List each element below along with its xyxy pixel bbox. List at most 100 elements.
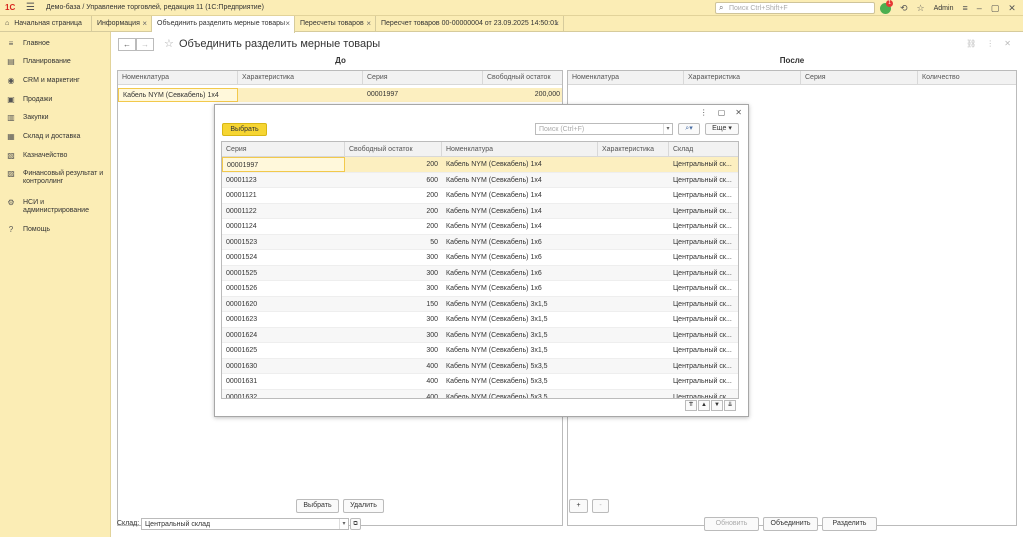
table-row[interactable]: 00001624 300 Кабель NYM (Севкабель) 3х1,5 Ц… xyxy=(222,327,738,343)
table-row[interactable]: 00001525 300 Кабель NYM (Севкабель) 1х6 Цен… xyxy=(222,265,738,281)
cell-nomenclature[interactable]: Кабель NYM (Севкабель) 3х1,5 xyxy=(442,297,598,312)
user-name[interactable]: Admin xyxy=(934,5,954,12)
cell-characteristic[interactable] xyxy=(598,157,669,172)
maximize-icon[interactable]: ▢ xyxy=(718,108,726,117)
table-row[interactable]: 00001121 200 Кабель NYM (Севкабель) 1х4 Цен… xyxy=(222,188,738,204)
cell-nomenclature[interactable]: Кабель NYM (Севкабель) 1х4 xyxy=(442,204,598,219)
cell-warehouse[interactable]: Центральный ск... xyxy=(669,173,738,188)
cell-series[interactable]: 00001523 xyxy=(222,235,345,250)
main-menu-icon[interactable]: ☰ xyxy=(26,2,35,13)
more-actions-icon[interactable]: ⋮ xyxy=(700,108,708,117)
dialog-search-input[interactable]: Поиск (Ctrl+F) ▾ xyxy=(535,123,673,135)
sidebar-item-warehouse[interactable]: ▦ Склад и доставка xyxy=(0,129,111,145)
cell-warehouse[interactable]: Центральный ск... xyxy=(669,359,738,374)
cell-series[interactable]: 00001526 xyxy=(222,281,345,296)
cell-nomenclature[interactable]: Кабель NYM (Севкабель) 3х1,5 xyxy=(442,343,598,358)
col-free-stock[interactable]: Свободный остаток xyxy=(483,71,564,85)
find-button[interactable]: ⌕▾ xyxy=(678,123,700,135)
cell-series[interactable]: 00001620 xyxy=(222,297,345,312)
cell-free-stock[interactable]: 200 xyxy=(345,204,442,219)
sidebar-item-sales[interactable]: ▣ Продажи xyxy=(0,92,111,108)
sidebar-item-admin[interactable]: ⚙ НСИ и администрирование xyxy=(0,195,111,219)
cell-free-stock[interactable]: 200 xyxy=(345,188,442,203)
sidebar-item-planning[interactable]: ▤ Планирование xyxy=(0,54,111,70)
col-nomenclature[interactable]: Номенклатура xyxy=(568,71,684,85)
cell-free-stock[interactable]: 400 xyxy=(345,374,442,389)
cell-nomenclature[interactable]: Кабель NYM (Севкабель) 1х4 xyxy=(442,173,598,188)
table-row[interactable]: 00001630 400 Кабель NYM (Севкабель) 5х3,5 Ц… xyxy=(222,358,738,374)
table-row[interactable]: 00001997 200 Кабель NYM (Севкабель) 1х4 Цен… xyxy=(222,157,738,173)
col-characteristic[interactable]: Характеристика xyxy=(238,71,363,85)
scroll-down-button[interactable]: ▼ xyxy=(711,400,723,411)
cell-free-stock[interactable]: 50 xyxy=(345,235,442,250)
cell-series[interactable]: 00001524 xyxy=(222,250,345,265)
tab-merge-split[interactable]: Объединить разделить мерные товары × xyxy=(152,16,295,33)
sidebar-item-treasury[interactable]: ▧ Казначейство xyxy=(0,148,111,164)
cell-free-stock[interactable]: 200,000 xyxy=(483,88,564,102)
sidebar-item-main[interactable]: ≡ Главное xyxy=(0,36,111,52)
cell-free-stock[interactable]: 300 xyxy=(345,250,442,265)
cell-warehouse[interactable]: Центральный ск... xyxy=(669,157,738,172)
select-button[interactable]: Выбрать xyxy=(296,499,339,513)
tab-info[interactable]: Информация × xyxy=(92,16,152,32)
col-nomenclature[interactable]: Номенклатура xyxy=(118,71,238,85)
cell-warehouse[interactable]: Центральный ск... xyxy=(669,343,738,358)
cell-characteristic[interactable] xyxy=(598,219,669,234)
table-row[interactable]: 00001526 300 Кабель NYM (Севкабель) 1х6 Цен… xyxy=(222,281,738,297)
cell-free-stock[interactable]: 300 xyxy=(345,343,442,358)
remove-button[interactable]: - xyxy=(592,499,609,513)
cell-series[interactable]: 00001631 xyxy=(222,374,345,389)
close-form-icon[interactable]: ✕ xyxy=(1004,39,1011,48)
delete-button[interactable]: Удалить xyxy=(343,499,384,513)
chevron-down-icon[interactable]: ▾ xyxy=(663,124,672,134)
cell-free-stock[interactable]: 300 xyxy=(345,312,442,327)
favorite-star-icon[interactable]: ☆ xyxy=(164,37,174,50)
col-nomenclature[interactable]: Номенклатура xyxy=(442,142,598,157)
cell-nomenclature[interactable]: Кабель NYM (Севкабель) 1х6 xyxy=(442,250,598,265)
cell-characteristic[interactable] xyxy=(598,281,669,296)
cell-series[interactable]: 00001623 xyxy=(222,312,345,327)
table-row[interactable]: 00001523 50 Кабель NYM (Севкабель) 1х6 Цент… xyxy=(222,234,738,250)
cell-characteristic[interactable] xyxy=(598,250,669,265)
cell-warehouse[interactable]: Центральный ск... xyxy=(669,374,738,389)
close-tab-icon[interactable]: × xyxy=(554,16,559,32)
forward-button[interactable]: → xyxy=(136,38,154,51)
col-series[interactable]: Серия xyxy=(363,71,483,85)
table-row[interactable]: 00001623 300 Кабель NYM (Севкабель) 3х1,5 Ц… xyxy=(222,312,738,328)
cell-warehouse[interactable]: Центральный ск... xyxy=(669,297,738,312)
cell-nomenclature[interactable]: Кабель NYM (Севкабель) 5х3,5 xyxy=(442,374,598,389)
cell-series[interactable]: 00001124 xyxy=(222,219,345,234)
close-tab-icon[interactable]: × xyxy=(142,16,147,32)
cell-free-stock[interactable]: 150 xyxy=(345,297,442,312)
split-button[interactable]: Разделить xyxy=(822,517,877,531)
scroll-top-button[interactable]: ⇈ xyxy=(685,400,697,411)
more-actions-icon[interactable]: ⋮ xyxy=(986,39,994,48)
cell-nomenclature[interactable]: Кабель NYM (Севкабель) 1х4 xyxy=(442,188,598,203)
link-icon[interactable]: ⛓ xyxy=(966,39,976,48)
close-tab-icon[interactable]: × xyxy=(285,16,290,32)
back-button[interactable]: ← xyxy=(118,38,136,51)
cell-warehouse[interactable]: Центральный ск... xyxy=(669,312,738,327)
cell-free-stock[interactable]: 400 xyxy=(345,359,442,374)
cell-free-stock[interactable]: 300 xyxy=(345,328,442,343)
cell-characteristic[interactable] xyxy=(598,235,669,250)
cell-nomenclature[interactable]: Кабель NYM (Севкабель) 1х4 xyxy=(442,219,598,234)
table-row[interactable]: 00001124 200 Кабель NYM (Севкабель) 1х4 Цен… xyxy=(222,219,738,235)
cell-series[interactable]: 00001525 xyxy=(222,266,345,281)
maximize-icon[interactable]: ▢ xyxy=(991,3,1000,14)
table-row[interactable]: 00001631 400 Кабель NYM (Севкабель) 5х3,5 Ц… xyxy=(222,374,738,390)
close-tab-icon[interactable]: × xyxy=(366,16,371,32)
table-row[interactable]: 00001122 200 Кабель NYM (Севкабель) 1х4 Цен… xyxy=(222,203,738,219)
cell-nomenclature[interactable]: Кабель NYM (Севкабель) 5х3,5 xyxy=(442,390,598,399)
cell-series[interactable]: 00001121 xyxy=(222,188,345,203)
cell-free-stock[interactable]: 600 xyxy=(345,173,442,188)
close-icon[interactable]: ✕ xyxy=(1008,3,1016,14)
scroll-bottom-button[interactable]: ⇊ xyxy=(724,400,736,411)
cell-series[interactable]: 00001632 xyxy=(222,390,345,399)
cell-series[interactable]: 00001624 xyxy=(222,328,345,343)
cell-warehouse[interactable]: Центральный ск... xyxy=(669,390,738,399)
cell-characteristic[interactable] xyxy=(598,390,669,399)
history-icon[interactable]: ⟲ xyxy=(900,3,908,14)
cell-series[interactable]: 00001122 xyxy=(222,204,345,219)
col-series[interactable]: Серия xyxy=(801,71,918,85)
